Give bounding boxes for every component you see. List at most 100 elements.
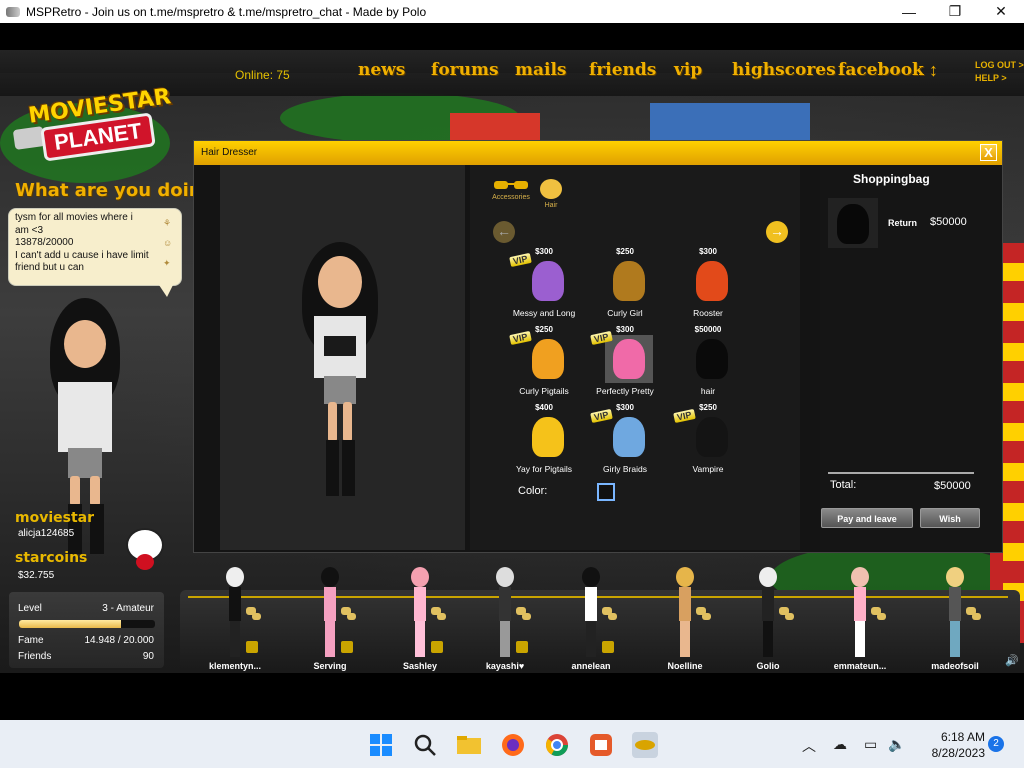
gift-icon[interactable] [602,641,614,653]
chat-bubble-icon[interactable] [522,613,531,620]
friend-body [762,587,774,621]
friend-avatar[interactable]: Noelline [650,563,720,671]
nav-highscores[interactable]: highscores [732,60,836,80]
friend-name[interactable]: Noelline [650,661,720,671]
gift-icon[interactable] [431,641,443,653]
username[interactable]: alicja124685 [18,528,74,539]
dialog-title: Hair Dresser [201,147,258,158]
system-clock[interactable]: 6:18 AM 8/28/2023 [915,729,985,761]
friend-avatar[interactable]: emmateun... [825,563,895,671]
chat-bubble-icon[interactable] [877,613,886,620]
friend-name[interactable]: Golio [733,661,803,671]
logout-link[interactable]: LOG OUT > [975,59,1024,72]
building [450,113,540,143]
friend-figure [849,567,871,657]
friend-name[interactable]: annelean [556,661,626,671]
nav-mails[interactable]: mails [515,60,567,80]
friend-avatar[interactable]: madeofsoil [920,563,990,671]
friend-name[interactable]: Sashley [385,661,455,671]
nav-forums[interactable]: forums [431,60,499,80]
chat-bubble-icon[interactable] [252,613,261,620]
app-icon[interactable] [588,732,614,758]
level-progress-fill [19,620,121,628]
chrome-icon[interactable] [544,732,570,758]
minimize-button[interactable]: — [886,0,932,23]
pose-icon[interactable]: ✦ [163,253,177,273]
windows-start-icon[interactable] [368,732,394,758]
resize-arrows-icon[interactable]: ↕ [929,60,938,81]
friend-name[interactable]: klementyn... [200,661,270,671]
network-icon[interactable]: ▭ [864,736,877,753]
hair-item[interactable]: $250 Curly Girl [585,247,665,322]
return-label[interactable]: Return [888,218,917,228]
category-hair[interactable]: Hair [538,178,564,209]
status-line: tysm for all movies where i [15,212,133,223]
hair-item[interactable]: $300 VIP Perfectly Pretty [585,325,665,400]
mspretro-icon[interactable] [632,732,658,758]
gift-icon[interactable] [246,641,258,653]
friend-avatar[interactable]: Golio [733,563,803,671]
next-page-arrow-icon[interactable]: → [766,221,788,243]
level-label: Level [18,603,42,614]
hair-item[interactable]: $250 VIP Vampire [668,403,748,478]
prev-page-arrow-icon[interactable]: ← [493,221,515,243]
moviestarplanet-logo[interactable]: MOVIESTAR PLANET [12,84,172,170]
clock-date: 8/28/2023 [931,746,985,760]
chat-bubble-icon[interactable] [608,613,617,620]
volume-icon[interactable]: 🔈 [888,736,905,753]
friend-name[interactable]: madeofsoil [920,661,990,671]
hair-icon [540,179,562,199]
friend-head [496,567,514,587]
window-title: MSPRetro - Join us on t.me/mspretro & t.… [26,4,427,19]
chat-bubble-icon[interactable] [972,613,981,620]
hair-item[interactable]: $400 Yay for Pigtails [504,403,584,478]
close-button[interactable]: ✕ [978,0,1024,23]
nav-vip[interactable]: vip [674,60,702,80]
dialog-close-button[interactable]: X [980,144,997,161]
color-picker[interactable] [597,483,615,501]
friend-figure [494,567,516,657]
friend-legs [855,621,865,657]
maximize-button[interactable]: ❐ [932,0,978,23]
chat-bubble-icon[interactable] [702,613,711,620]
friend-avatar[interactable]: klementyn... [200,563,270,671]
hair-item[interactable]: $250 VIP Curly Pigtails [504,325,584,400]
shoppingbag-item[interactable]: Return $50000 [828,198,978,248]
friend-name[interactable]: Serving [295,661,365,671]
nav-friends[interactable]: friends [589,60,656,80]
chat-bubble-icon[interactable] [347,613,356,620]
wish-button[interactable]: Wish [920,508,980,528]
speaker-icon[interactable]: 🔊 [1005,654,1019,667]
starcoins-label: starcoins [15,550,88,566]
help-link[interactable]: HELP > [975,72,1024,85]
hair-item[interactable]: $50000 hair [668,325,748,400]
status-bubble[interactable]: tysm for all movies where i am <3 13878/… [8,208,182,297]
smiley-icon[interactable]: ☺ [163,233,177,253]
gift-icon[interactable] [516,641,528,653]
cloud-offline-icon[interactable]: ☁ [833,736,847,753]
dance-icon[interactable]: ⚘ [163,213,177,233]
friend-name[interactable]: kayashi♥ [470,661,540,671]
category-accessories[interactable]: Accessories [492,178,530,201]
friend-avatar[interactable]: kayashi♥ [470,563,540,671]
hair-item[interactable]: $300 VIP Messy and Long [504,247,584,322]
friend-avatar[interactable]: Sashley [385,563,455,671]
friend-name[interactable]: emmateun... [825,661,895,671]
pet-dog-icon[interactable] [122,526,168,572]
search-icon[interactable] [412,732,438,758]
hair-item[interactable]: $300 VIP Girly Braids [585,403,665,478]
pay-and-leave-button[interactable]: Pay and leave [821,508,913,528]
notification-badge[interactable]: 2 [988,736,1004,752]
friend-avatar[interactable]: annelean [556,563,626,671]
fame-value: 14.948 / 20.000 [84,635,154,646]
chat-bubble-icon[interactable] [785,613,794,620]
nav-news[interactable]: news [358,60,405,80]
chevron-up-icon[interactable]: ︿ [802,736,816,756]
firefox-icon[interactable] [500,732,526,758]
chat-bubble-icon[interactable] [437,613,446,620]
nav-facebook[interactable]: facebook [838,60,924,80]
file-explorer-icon[interactable] [456,732,482,758]
gift-icon[interactable] [341,641,353,653]
friend-avatar[interactable]: Serving [295,563,365,671]
hair-item[interactable]: $300 Rooster [668,247,748,322]
